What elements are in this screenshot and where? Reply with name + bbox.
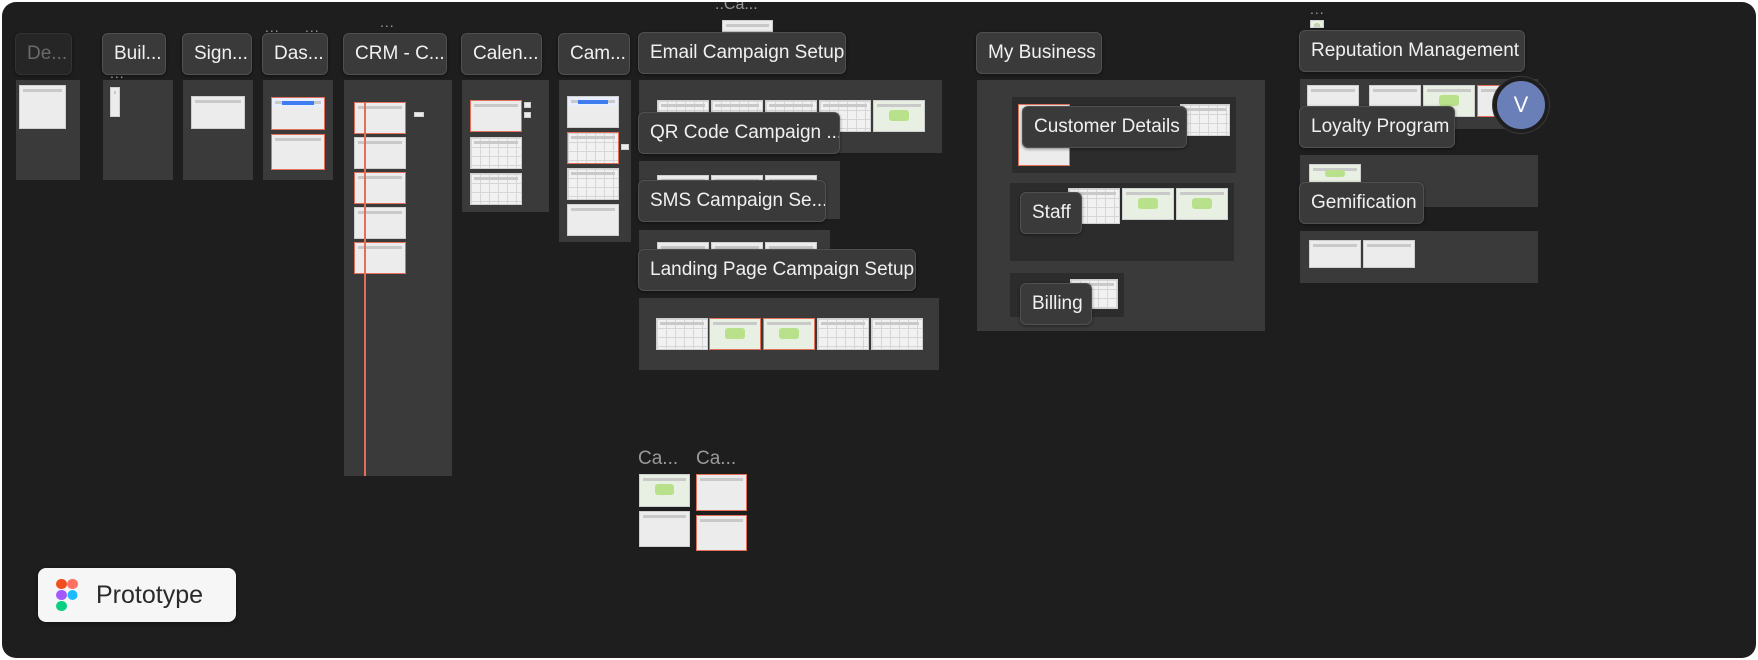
overflow-dots: ... — [380, 14, 395, 30]
section-my-business[interactable]: Customer Details Staff Billing — [977, 80, 1265, 331]
frame-thumbnail[interactable] — [470, 100, 522, 132]
section-campaigns[interactable] — [559, 80, 631, 242]
frame-thumbnail[interactable] — [414, 112, 424, 117]
frame-thumbnail[interactable] — [354, 102, 406, 134]
section-label-landing-campaign[interactable]: Landing Page Campaign Setup — [638, 249, 916, 291]
frame-thumbnail[interactable] — [567, 132, 619, 164]
section-label-customer-details[interactable]: Customer Details — [1022, 106, 1187, 148]
frame-thumbnail[interactable] — [19, 85, 66, 129]
section-dashboard[interactable] — [263, 80, 333, 180]
frame-thumbnail[interactable] — [470, 173, 522, 205]
frame-thumbnail[interactable] — [567, 96, 619, 128]
small-label-ca-1[interactable]: Ca... — [638, 448, 678, 470]
frame-thumbnail[interactable] — [354, 207, 406, 239]
small-label-ca-2[interactable]: Ca... — [696, 448, 736, 470]
frame-thumbnail[interactable] — [871, 318, 923, 350]
frame-thumbnail[interactable] — [110, 87, 120, 117]
frame-thumbnail[interactable] — [354, 242, 406, 274]
frame-thumbnail[interactable] — [656, 318, 708, 350]
section-build[interactable] — [103, 80, 173, 180]
frame-thumbnail[interactable] — [696, 474, 747, 511]
frame-thumbnail[interactable] — [763, 318, 815, 350]
frame-thumbnail[interactable] — [817, 318, 869, 350]
prototype-label: Prototype — [96, 581, 204, 609]
collaborator-avatar[interactable]: V — [1493, 77, 1549, 133]
overflow-dots: ... — [110, 65, 125, 81]
section-label-design-system[interactable]: De... — [15, 33, 72, 75]
section-label-sms-campaign[interactable]: SMS Campaign Se... — [638, 180, 826, 222]
section-label-loyalty[interactable]: Loyalty Program — [1299, 106, 1455, 148]
frame-thumbnail[interactable] — [1122, 188, 1174, 220]
section-label-email-campaign[interactable]: Email Campaign Setup — [638, 32, 846, 74]
frame-thumbnail[interactable] — [696, 515, 747, 551]
section-label-staff[interactable]: Staff — [1020, 192, 1082, 234]
frame-thumbnail[interactable] — [524, 102, 531, 108]
figma-logo-icon — [56, 579, 78, 611]
frame-thumbnail[interactable] — [1309, 164, 1361, 184]
section-label-crm[interactable]: CRM - C... — [343, 33, 447, 75]
section-label-gamification[interactable]: Gemification — [1299, 182, 1424, 224]
section-label-sign[interactable]: Sign... — [182, 33, 252, 75]
frame-thumbnail[interactable] — [354, 172, 406, 204]
frame-thumbnail[interactable] — [639, 474, 690, 507]
section-label-campaigns[interactable]: Cam... — [558, 33, 630, 75]
section-label-my-business[interactable]: My Business — [976, 32, 1102, 74]
frame-thumbnail[interactable] — [639, 511, 690, 547]
frame-thumbnail[interactable] — [567, 168, 619, 200]
frame-thumbnail[interactable] — [567, 204, 619, 236]
section-label-calendar[interactable]: Calen... — [461, 33, 542, 75]
frame-thumbnail[interactable] — [470, 137, 522, 169]
frame-thumbnail[interactable] — [1176, 188, 1228, 220]
frame-thumbnail[interactable] — [191, 96, 245, 129]
frame-thumbnail[interactable] — [621, 144, 629, 150]
figma-canvas[interactable]: De... Buil... ... Sign... ... ... Das...… — [2, 2, 1756, 658]
frame-thumbnail[interactable] — [722, 20, 773, 32]
section-label-billing[interactable]: Billing — [1020, 283, 1092, 325]
section-landing-campaign[interactable] — [639, 298, 939, 370]
section-gamification[interactable] — [1300, 231, 1538, 283]
prototype-connector — [364, 102, 366, 476]
section-sign[interactable] — [183, 80, 253, 180]
frame-thumbnail[interactable] — [1363, 240, 1415, 268]
frame-thumbnail[interactable] — [354, 137, 406, 169]
frame-thumbnail[interactable] — [873, 100, 925, 132]
section-design-system[interactable] — [16, 80, 80, 180]
section-label-qr-campaign[interactable]: QR Code Campaign ... — [638, 112, 840, 154]
frame-thumbnail[interactable] — [271, 134, 325, 170]
frame-thumbnail[interactable] — [524, 112, 531, 118]
small-label[interactable]: ..Ca... — [715, 2, 758, 14]
frame-thumbnail[interactable] — [1309, 240, 1361, 268]
section-label-reputation[interactable]: Reputation Management — [1299, 30, 1525, 72]
section-calendar[interactable] — [462, 80, 549, 212]
section-crm[interactable] — [344, 80, 452, 476]
frame-thumbnail[interactable] — [1310, 20, 1324, 28]
frame-thumbnail[interactable] — [271, 97, 325, 130]
frame-thumbnail[interactable] — [1180, 104, 1230, 136]
section-label-dashboard[interactable]: Das... — [262, 33, 328, 75]
prototype-button[interactable]: Prototype — [38, 568, 236, 622]
overflow-dots: ... — [1310, 2, 1325, 17]
frame-thumbnail[interactable] — [709, 318, 761, 350]
